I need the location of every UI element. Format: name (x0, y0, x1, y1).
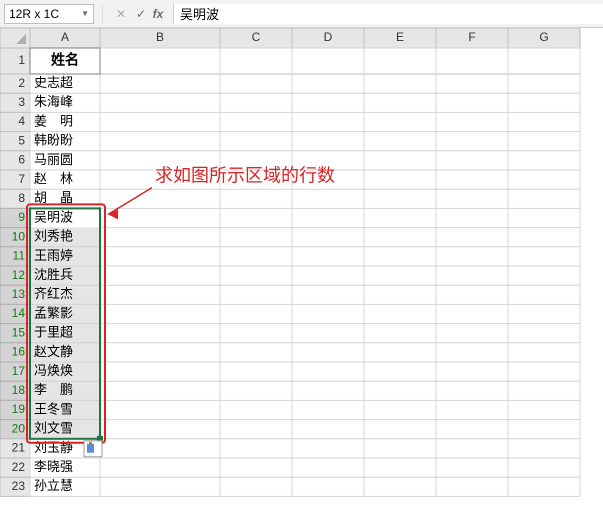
row-header[interactable] (0, 151, 30, 170)
cell-value: 李 鹏 (34, 382, 73, 397)
row-header-label: 5 (18, 133, 25, 147)
row-header-label: 1 (18, 53, 25, 67)
row-header-label: 14 (12, 306, 26, 320)
cell-value: 孙立慧 (34, 478, 73, 493)
row-header-label: 10 (12, 229, 26, 243)
clipboard-icon (89, 442, 92, 445)
cell-value: 赵 林 (34, 171, 73, 186)
annotation-text: 求如图所示区域的行数 (155, 166, 335, 186)
formula-bar[interactable]: 吴明波 (173, 4, 603, 24)
fx-icon[interactable]: fx (151, 4, 171, 24)
clipboard-icon (87, 444, 94, 453)
row-header-label: 15 (12, 325, 26, 339)
col-header-label: F (468, 30, 475, 44)
cell-value: 齐红杰 (34, 286, 73, 301)
name-box[interactable]: 12R x 1C ▼ (4, 4, 94, 24)
row-header-label: 2 (18, 76, 25, 90)
worksheet-grid[interactable]: ABCDEFG123456789101112131415161718192021… (0, 28, 603, 508)
chevron-down-icon: ▼ (81, 9, 89, 18)
row-header-label: 3 (18, 95, 25, 109)
row-header-label: 20 (12, 421, 26, 435)
row-header[interactable] (0, 48, 30, 74)
row-header-label: 17 (12, 364, 26, 378)
row-header[interactable] (0, 208, 30, 227)
table-header-cell: 姓名 (51, 52, 79, 68)
row-header-label: 8 (18, 191, 25, 205)
formula-toolbar: 12R x 1C ▼ ✕ ✓ fx 吴明波 (0, 0, 603, 28)
row-header-label: 4 (18, 114, 25, 128)
cell-value: 姜 明 (34, 113, 73, 128)
row-header-label: 22 (12, 460, 26, 474)
col-header-label: A (61, 30, 69, 44)
row-header-label: 13 (12, 287, 26, 301)
row-header[interactable] (0, 112, 30, 131)
row-header-label: 9 (18, 210, 25, 224)
cell-value: 吴明波 (34, 209, 73, 224)
col-header-label: E (396, 30, 404, 44)
row-header-label: 16 (12, 345, 26, 359)
cell-value: 马丽圆 (34, 152, 73, 167)
row-header-label: 12 (12, 268, 26, 282)
row-header-label: 7 (18, 172, 25, 186)
cell-value: 王雨婷 (34, 248, 73, 263)
cell-value: 赵文静 (34, 344, 73, 359)
row-header[interactable] (0, 170, 30, 189)
row-header[interactable] (0, 132, 30, 151)
annotation-arrow (108, 188, 152, 215)
formula-bar-value: 吴明波 (180, 4, 219, 23)
cell-value: 孟繁影 (34, 305, 73, 320)
confirm-icon[interactable]: ✓ (131, 4, 151, 24)
cell-value: 沈胜兵 (34, 267, 73, 282)
row-header-label: 11 (13, 249, 26, 263)
name-box-value: 12R x 1C (9, 7, 59, 21)
col-header-label: G (539, 30, 548, 44)
row-header-label: 18 (12, 383, 26, 397)
cell-value: 李晓强 (34, 459, 73, 474)
cell-value: 刘秀艳 (34, 229, 73, 244)
row-header[interactable] (0, 189, 30, 208)
cell-value: 史志超 (34, 75, 73, 90)
cell-value: 胡 晶 (34, 190, 73, 205)
separator (102, 4, 103, 24)
row-header-label: 21 (12, 441, 26, 455)
cell-value: 于里超 (34, 325, 73, 340)
row-header-label: 19 (12, 402, 26, 416)
cell-value: 朱海峰 (34, 94, 73, 109)
row-header-label: 6 (18, 153, 25, 167)
row-header-label: 23 (12, 479, 26, 493)
col-header-label: D (324, 30, 333, 44)
cell-value: 刘文雪 (34, 421, 73, 436)
cell-value: 冯焕焕 (34, 363, 73, 378)
cell-value: 韩盼盼 (34, 133, 73, 148)
col-header-label: C (252, 30, 261, 44)
row-header[interactable] (0, 74, 30, 93)
row-header[interactable] (0, 93, 30, 112)
cancel-icon[interactable]: ✕ (111, 4, 131, 24)
col-header-label: B (156, 30, 164, 44)
cell-value: 王冬雪 (34, 401, 73, 416)
